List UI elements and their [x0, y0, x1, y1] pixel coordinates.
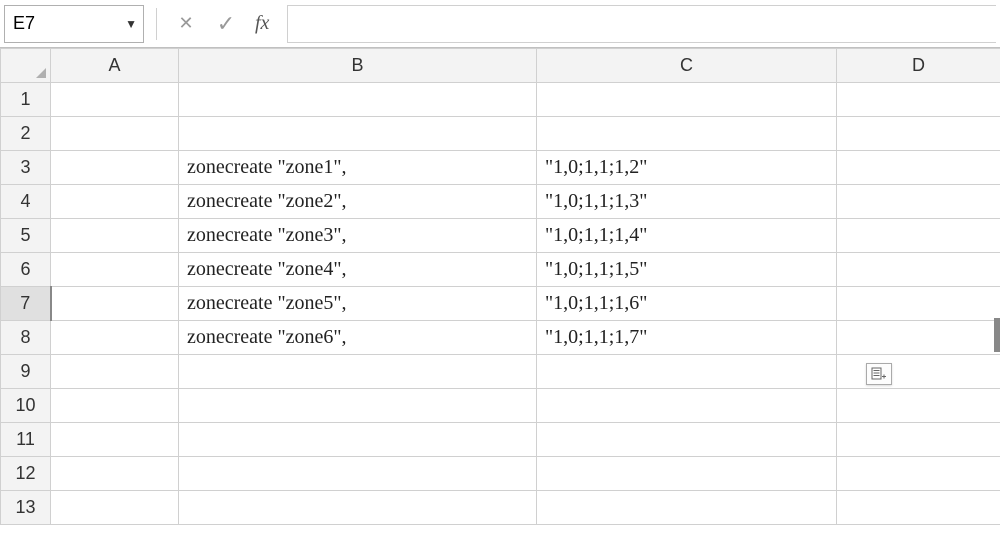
- row-header[interactable]: 9: [1, 355, 51, 389]
- column-header-c[interactable]: C: [537, 49, 837, 83]
- cell[interactable]: [837, 491, 1000, 525]
- formula-bar: E7 ▼ ✕ ✓ fx: [0, 0, 1000, 48]
- spreadsheet-grid[interactable]: A B C D 123zonecreate "zone1","1,0;1,1;1…: [0, 48, 1000, 525]
- cell[interactable]: [51, 151, 179, 185]
- separator: [156, 8, 157, 40]
- formula-input[interactable]: [287, 5, 996, 43]
- cell[interactable]: "1,0;1,1;1,6": [537, 287, 837, 321]
- cell[interactable]: zonecreate "zone5",: [179, 287, 537, 321]
- row-header[interactable]: 10: [1, 389, 51, 423]
- cell[interactable]: [179, 491, 537, 525]
- cell[interactable]: zonecreate "zone2",: [179, 185, 537, 219]
- cell[interactable]: [537, 117, 837, 151]
- cell[interactable]: [51, 185, 179, 219]
- fx-icon[interactable]: fx: [249, 12, 275, 35]
- cell[interactable]: "1,0;1,1;1,5": [537, 253, 837, 287]
- chevron-down-icon[interactable]: ▼: [125, 17, 137, 31]
- cell[interactable]: [179, 423, 537, 457]
- row-header[interactable]: 13: [1, 491, 51, 525]
- cell[interactable]: [179, 389, 537, 423]
- cell[interactable]: [837, 457, 1000, 491]
- cell[interactable]: zonecreate "zone6",: [179, 321, 537, 355]
- column-header-b[interactable]: B: [179, 49, 537, 83]
- cell[interactable]: [537, 355, 837, 389]
- row-header[interactable]: 4: [1, 185, 51, 219]
- cell[interactable]: "1,0;1,1;1,4": [537, 219, 837, 253]
- cell[interactable]: [51, 389, 179, 423]
- cell[interactable]: [837, 253, 1000, 287]
- cell[interactable]: "1,0;1,1;1,3": [537, 185, 837, 219]
- cell[interactable]: zonecreate "zone4",: [179, 253, 537, 287]
- cell[interactable]: [837, 389, 1000, 423]
- row-header[interactable]: 8: [1, 321, 51, 355]
- paste-options-icon: [871, 367, 887, 381]
- name-box-value: E7: [13, 13, 35, 34]
- cell[interactable]: [51, 423, 179, 457]
- row-header[interactable]: 12: [1, 457, 51, 491]
- row-header[interactable]: 11: [1, 423, 51, 457]
- select-all-corner[interactable]: [1, 49, 51, 83]
- column-header-a[interactable]: A: [51, 49, 179, 83]
- cell[interactable]: [837, 151, 1000, 185]
- cell[interactable]: [837, 83, 1000, 117]
- column-header-d[interactable]: D: [837, 49, 1000, 83]
- paste-options-button[interactable]: [866, 363, 892, 385]
- cell[interactable]: [51, 355, 179, 389]
- cell[interactable]: [51, 219, 179, 253]
- cell[interactable]: zonecreate "zone3",: [179, 219, 537, 253]
- cell[interactable]: [837, 423, 1000, 457]
- row-header[interactable]: 5: [1, 219, 51, 253]
- cell[interactable]: [51, 457, 179, 491]
- cell[interactable]: [179, 117, 537, 151]
- cell[interactable]: [179, 457, 537, 491]
- cell[interactable]: [51, 117, 179, 151]
- scroll-marker: [994, 318, 1000, 352]
- cell[interactable]: zonecreate "zone1",: [179, 151, 537, 185]
- cell[interactable]: [51, 491, 179, 525]
- cell[interactable]: [837, 355, 1000, 389]
- cell[interactable]: "1,0;1,1;1,7": [537, 321, 837, 355]
- checkmark-icon[interactable]: ✓: [209, 7, 243, 41]
- cell[interactable]: [179, 83, 537, 117]
- cancel-icon[interactable]: ✕: [169, 7, 203, 41]
- cell[interactable]: [537, 457, 837, 491]
- cell[interactable]: [837, 117, 1000, 151]
- cell[interactable]: [537, 83, 837, 117]
- cell[interactable]: [837, 219, 1000, 253]
- cell[interactable]: [837, 321, 1000, 355]
- cell[interactable]: "1,0;1,1;1,2": [537, 151, 837, 185]
- cell[interactable]: [51, 287, 179, 321]
- cell[interactable]: [837, 185, 1000, 219]
- row-header[interactable]: 7: [1, 287, 51, 321]
- row-header[interactable]: 3: [1, 151, 51, 185]
- cell[interactable]: [51, 253, 179, 287]
- cell[interactable]: [537, 423, 837, 457]
- cell[interactable]: [179, 355, 537, 389]
- row-header[interactable]: 1: [1, 83, 51, 117]
- cell[interactable]: [51, 83, 179, 117]
- cell[interactable]: [537, 389, 837, 423]
- cell[interactable]: [837, 287, 1000, 321]
- cell[interactable]: [51, 321, 179, 355]
- row-header[interactable]: 6: [1, 253, 51, 287]
- cell[interactable]: [537, 491, 837, 525]
- name-box[interactable]: E7 ▼: [4, 5, 144, 43]
- row-header[interactable]: 2: [1, 117, 51, 151]
